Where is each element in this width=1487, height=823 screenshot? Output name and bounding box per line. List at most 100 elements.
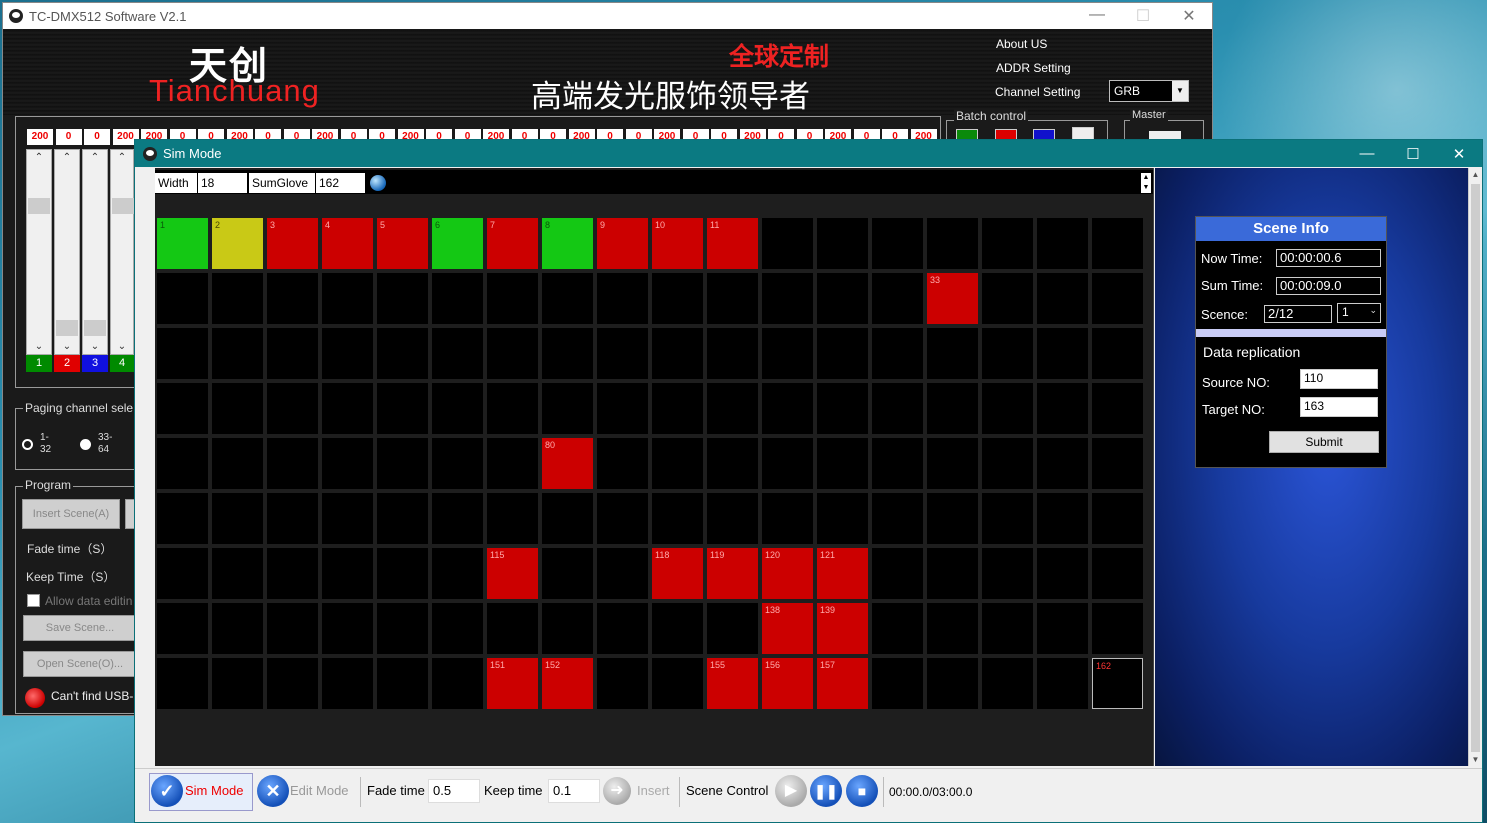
- glove-cell[interactable]: [872, 273, 923, 324]
- glove-cell[interactable]: [322, 548, 373, 599]
- insert-button[interactable]: Insert: [637, 783, 670, 798]
- glove-cell[interactable]: [432, 328, 483, 379]
- glove-cell[interactable]: [817, 383, 868, 434]
- glove-cell[interactable]: [267, 548, 318, 599]
- save-scene-button[interactable]: Save Scene...: [23, 615, 137, 641]
- glove-cell[interactable]: [212, 658, 263, 709]
- glove-cell[interactable]: [762, 383, 813, 434]
- glove-cell[interactable]: [542, 273, 593, 324]
- fader-1[interactable]: ⌃ ⌄: [26, 149, 52, 355]
- glove-cell[interactable]: [267, 438, 318, 489]
- glove-cell[interactable]: [597, 273, 648, 324]
- sumglove-input[interactable]: 162: [315, 173, 365, 193]
- glove-cell[interactable]: [322, 603, 373, 654]
- glove-cell[interactable]: [212, 493, 263, 544]
- glove-cell[interactable]: [377, 493, 428, 544]
- glove-cell[interactable]: [377, 658, 428, 709]
- width-input[interactable]: 18: [197, 173, 247, 193]
- sum-time-field[interactable]: 00:00:09.0: [1276, 277, 1381, 295]
- source-no-input[interactable]: 110: [1300, 369, 1378, 389]
- glove-cell[interactable]: [212, 603, 263, 654]
- glove-cell[interactable]: 11: [707, 218, 758, 269]
- glove-cell[interactable]: 10: [652, 218, 703, 269]
- sim-mode-label[interactable]: Sim Mode: [185, 783, 244, 798]
- glove-cell[interactable]: [872, 493, 923, 544]
- glove-cell[interactable]: [707, 383, 758, 434]
- glove-cell[interactable]: [432, 493, 483, 544]
- glove-cell[interactable]: 139: [817, 603, 868, 654]
- glove-cell[interactable]: [487, 603, 538, 654]
- glove-cell[interactable]: [1092, 328, 1143, 379]
- glove-cell[interactable]: 80: [542, 438, 593, 489]
- glove-cell[interactable]: [432, 603, 483, 654]
- glove-cell[interactable]: 115: [487, 548, 538, 599]
- glove-cell[interactable]: [1037, 218, 1088, 269]
- paging-radio-33-64[interactable]: [80, 439, 91, 450]
- glove-cell[interactable]: [927, 493, 978, 544]
- fader-thumb[interactable]: [28, 198, 50, 214]
- glove-cell[interactable]: [1037, 438, 1088, 489]
- glove-cell[interactable]: [982, 273, 1033, 324]
- glove-cell[interactable]: [927, 383, 978, 434]
- chevron-down-icon[interactable]: ⌄: [27, 341, 51, 352]
- glove-cell[interactable]: [542, 328, 593, 379]
- glove-cell[interactable]: [1092, 273, 1143, 324]
- glove-cell[interactable]: [652, 328, 703, 379]
- glove-cell[interactable]: [432, 273, 483, 324]
- minimize-icon[interactable]: —: [1074, 6, 1120, 26]
- fader-value[interactable]: 0: [55, 129, 82, 145]
- chevron-up-icon[interactable]: ⌃: [83, 152, 107, 163]
- glove-cell[interactable]: [817, 218, 868, 269]
- keep-time-input[interactable]: 0.1: [548, 779, 600, 803]
- glove-cell[interactable]: 1: [157, 218, 208, 269]
- glove-cell[interactable]: 155: [707, 658, 758, 709]
- glove-cell[interactable]: [267, 603, 318, 654]
- glove-cell[interactable]: 7: [487, 218, 538, 269]
- glove-cell[interactable]: 162: [1092, 658, 1143, 709]
- glove-cell[interactable]: [982, 493, 1033, 544]
- glove-cell[interactable]: [872, 438, 923, 489]
- glove-cell[interactable]: [487, 328, 538, 379]
- glove-cell[interactable]: [267, 328, 318, 379]
- glove-cell[interactable]: [487, 273, 538, 324]
- glove-cell[interactable]: 121: [817, 548, 868, 599]
- glove-cell[interactable]: [762, 273, 813, 324]
- glove-cell[interactable]: [872, 383, 923, 434]
- glove-cell[interactable]: [542, 548, 593, 599]
- edit-mode-label[interactable]: Edit Mode: [290, 783, 349, 798]
- glove-cell[interactable]: [1037, 603, 1088, 654]
- glove-cell[interactable]: [597, 438, 648, 489]
- glove-cell[interactable]: 120: [762, 548, 813, 599]
- chevron-up-icon[interactable]: ⌃: [55, 152, 79, 163]
- glove-cell[interactable]: [157, 603, 208, 654]
- glove-cell[interactable]: [652, 493, 703, 544]
- target-no-input[interactable]: 163: [1300, 397, 1378, 417]
- glove-cell[interactable]: [1092, 493, 1143, 544]
- glove-cell[interactable]: [1037, 548, 1088, 599]
- glove-cell[interactable]: [982, 603, 1033, 654]
- toolbar-scroll-icon[interactable]: ▲ ▼: [1141, 173, 1151, 193]
- glove-cell[interactable]: [982, 218, 1033, 269]
- glove-cell[interactable]: [817, 438, 868, 489]
- glove-cell[interactable]: [212, 328, 263, 379]
- glove-cell[interactable]: [762, 328, 813, 379]
- fader-value[interactable]: 0: [84, 129, 110, 145]
- fader-4[interactable]: ⌃ ⌄: [110, 149, 134, 355]
- glove-cell[interactable]: [652, 603, 703, 654]
- glove-cell[interactable]: [322, 658, 373, 709]
- glove-cell[interactable]: [542, 383, 593, 434]
- glove-cell[interactable]: [762, 438, 813, 489]
- glove-cell[interactable]: [212, 273, 263, 324]
- fader-value[interactable]: 200: [27, 129, 53, 145]
- glove-cell[interactable]: [322, 438, 373, 489]
- fader-3[interactable]: ⌃ ⌄: [82, 149, 108, 355]
- glove-cell[interactable]: [597, 493, 648, 544]
- glove-cell[interactable]: [157, 658, 208, 709]
- glove-cell[interactable]: [817, 273, 868, 324]
- glove-cell[interactable]: [762, 218, 813, 269]
- fader-thumb[interactable]: [84, 320, 106, 336]
- glove-cell[interactable]: [157, 493, 208, 544]
- fade-time-input[interactable]: 0.5: [428, 779, 480, 803]
- glove-cell[interactable]: [432, 383, 483, 434]
- close-icon[interactable]: ✕: [1436, 145, 1482, 163]
